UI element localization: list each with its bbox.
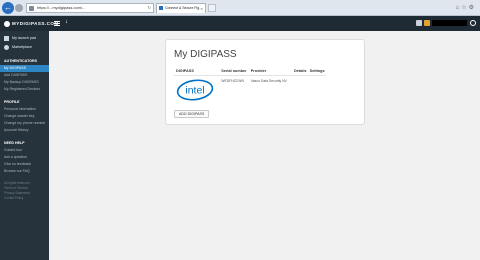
page-title: My DIGIPASS xyxy=(174,49,237,60)
svg-text:intel: intel xyxy=(185,84,204,96)
power-icon[interactable] xyxy=(470,20,476,26)
digipass-card: My DIGIPASS DIGIPASS Serial number Provi… xyxy=(165,39,365,125)
table-row: intel WEDFHZCWN Vasco Data Security NV xyxy=(174,75,326,105)
sidebar-item-change-master-key[interactable]: Change master key xyxy=(0,113,49,120)
arrow-down-icon[interactable]: ↓ xyxy=(65,19,68,25)
logo-mark-icon xyxy=(4,21,10,27)
refresh-icon[interactable]: ↻ xyxy=(148,4,151,12)
sidebar-item-faq[interactable]: Browse our FAQ xyxy=(0,168,49,175)
logo-text: MYDIGIPASS.COM xyxy=(12,21,59,26)
digipass-table: DIGIPASS Serial number Provider Details … xyxy=(174,67,326,105)
serial-number-cell: WEDFHZCWN xyxy=(221,78,244,83)
sidebar-item-feedback[interactable]: Give us feedback xyxy=(0,161,49,168)
sidebar-item-label: My launch pad xyxy=(12,36,36,40)
message-icon[interactable] xyxy=(416,20,422,26)
sidebar-item-marketplace[interactable]: Marketplace xyxy=(0,43,49,52)
settings-cell[interactable] xyxy=(308,75,326,105)
sidebar-section-profile: PROFILE Personal information Change mast… xyxy=(0,99,49,134)
sidebar-item-change-phone[interactable]: Change my phone number xyxy=(0,120,49,127)
intel-logo-icon: intel xyxy=(176,78,214,101)
browser-tab[interactable]: Connect & Secure Fig... × xyxy=(156,3,206,13)
address-bar[interactable]: https://...mydigipass.com/... ↻ xyxy=(26,3,154,13)
user-name-redacted[interactable] xyxy=(432,20,467,26)
sidebar-footer: All rights reserved Terms of Service Pri… xyxy=(0,181,49,201)
digipass-logo-cell: intel xyxy=(174,75,219,105)
sidebar-item-add-digipass[interactable]: Add DIGIPASS xyxy=(0,72,49,79)
browser-toolbar: ← https://...mydigipass.com/... ↻ Connec… xyxy=(0,0,480,16)
grid-icon xyxy=(4,36,9,41)
footer-link-cookies[interactable]: Cookie Policy xyxy=(4,196,49,201)
sidebar-heading: PROFILE xyxy=(4,100,20,104)
window-controls-icon[interactable]: ⌂☆⚙ xyxy=(456,4,476,11)
sidebar-heading: AUTHENTICATORS xyxy=(4,59,38,63)
hamburger-menu-icon[interactable] xyxy=(54,21,60,26)
table-header-row: DIGIPASS Serial number Provider Details … xyxy=(174,67,326,76)
logo[interactable]: MYDIGIPASS.COM xyxy=(4,20,59,28)
sidebar-section-authenticators: AUTHENTICATORS My DIGIPASS Add DIGIPASS … xyxy=(0,58,49,93)
provider-cell: Vasco Data Security NV xyxy=(250,78,287,83)
sidebar-item-guided-tour[interactable]: Guided tour xyxy=(0,147,49,154)
back-arrow-icon[interactable]: ← xyxy=(2,2,14,14)
add-digipass-button[interactable]: ADD DIGIPASS xyxy=(174,110,210,118)
sidebar-item-label: Marketplace xyxy=(12,45,33,49)
sidebar-item-my-digipass[interactable]: My DIGIPASS xyxy=(0,65,49,72)
column-header: Settings xyxy=(307,67,326,76)
globe-icon xyxy=(4,45,9,50)
forward-arrow-icon[interactable] xyxy=(15,4,23,12)
lock-icon xyxy=(29,6,34,11)
details-cell[interactable] xyxy=(292,75,308,105)
new-tab-button[interactable] xyxy=(208,4,216,12)
sidebar-heading: NEED HELP xyxy=(4,141,25,145)
sidebar-item-account-history[interactable]: Account History xyxy=(0,127,49,134)
main-content: My DIGIPASS DIGIPASS Serial number Provi… xyxy=(49,31,480,260)
sidebar-item-ask-question[interactable]: Ask a question xyxy=(0,154,49,161)
column-header: Serial number xyxy=(219,67,249,76)
sidebar-item-backup-digipass[interactable]: My Backup DIGIPASS xyxy=(0,79,49,86)
address-url: https://...mydigipass.com/... xyxy=(37,5,86,10)
app-header: MYDIGIPASS.COM ↓ xyxy=(0,16,480,31)
sidebar-section-help: NEED HELP Guided tour Ask a question Giv… xyxy=(0,140,49,175)
sidebar-item-registered-devices[interactable]: My Registered Devices xyxy=(0,86,49,93)
column-header: Details xyxy=(292,67,308,76)
column-header: Provider xyxy=(248,67,293,76)
notification-icon[interactable] xyxy=(424,20,430,26)
tab-title: Connect & Secure Fig... xyxy=(165,6,203,10)
close-tab-icon[interactable]: × xyxy=(201,4,203,13)
sidebar-item-launch-pad[interactable]: My launch pad xyxy=(0,34,49,43)
column-header: DIGIPASS xyxy=(174,67,220,76)
sidebar: My launch pad Marketplace AUTHENTICATORS… xyxy=(0,31,49,260)
favicon-icon xyxy=(159,6,163,10)
sidebar-item-personal-information[interactable]: Personal information xyxy=(0,106,49,113)
